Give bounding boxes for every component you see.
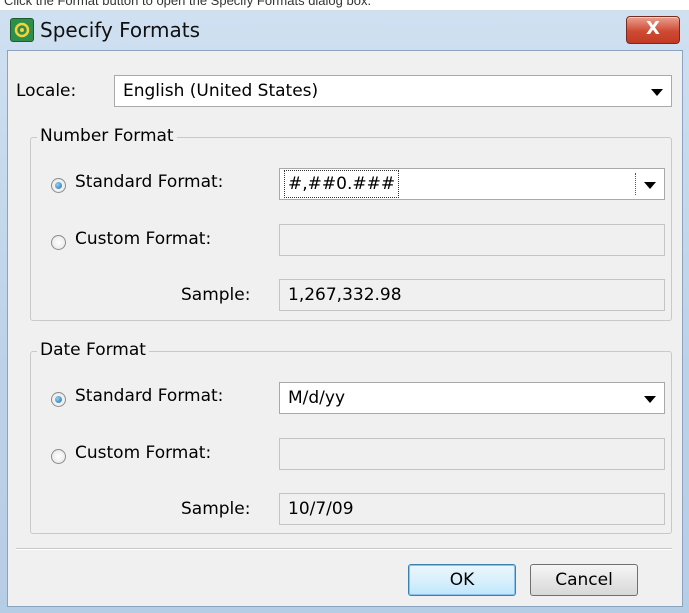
date-custom-label: Custom Format:: [75, 443, 212, 463]
date-standard-select[interactable]: M/d/yy: [279, 382, 665, 414]
ok-button[interactable]: OK: [408, 564, 516, 596]
dialog-body: Locale: English (United States) Number F…: [7, 50, 683, 607]
date-sample-label: Sample:: [181, 499, 251, 519]
locale-value: English (United States): [123, 81, 319, 101]
number-standard-radio[interactable]: [51, 178, 66, 193]
number-standard-select[interactable]: #,##0.###: [279, 168, 665, 200]
chevron-down-icon: [644, 396, 656, 403]
date-format-legend: Date Format: [37, 340, 149, 360]
number-format-group: Number Format Standard Format: #,##0.###…: [30, 126, 672, 321]
cancel-button[interactable]: Cancel: [530, 564, 638, 596]
caption-text: Click the Format button to open the Spec…: [4, 0, 372, 8]
combo-separator: [635, 173, 636, 195]
number-format-legend: Number Format: [37, 126, 177, 146]
date-format-group: Date Format Standard Format: M/d/yy Cust…: [30, 340, 672, 534]
number-sample-value: 1,267,332.98: [288, 285, 402, 305]
number-custom-input[interactable]: [279, 224, 665, 256]
specify-formats-dialog: Specify Formats X Locale: English (Unite…: [0, 10, 689, 613]
date-custom-input[interactable]: [279, 438, 665, 470]
number-sample-label: Sample:: [181, 285, 251, 305]
window-title: Specify Formats: [40, 18, 201, 42]
date-sample-value: 10/7/09: [288, 499, 354, 519]
date-custom-radio[interactable]: [51, 449, 66, 464]
chevron-down-icon: [644, 182, 656, 189]
locale-label: Locale:: [16, 81, 77, 101]
number-sample-field: 1,267,332.98: [279, 279, 665, 311]
locale-select[interactable]: English (United States): [114, 75, 672, 107]
close-button[interactable]: X: [626, 16, 680, 44]
page-caption: Click the Format button to open the Spec…: [0, 0, 689, 10]
date-standard-value: M/d/yy: [288, 388, 346, 408]
app-icon: [10, 18, 34, 42]
date-sample-field: 10/7/09: [279, 493, 665, 525]
footer-divider: [16, 548, 672, 550]
number-standard-label: Standard Format:: [75, 172, 224, 192]
date-standard-label: Standard Format:: [75, 386, 224, 406]
title-bar[interactable]: Specify Formats X: [0, 10, 689, 50]
number-standard-value: #,##0.###: [283, 170, 400, 198]
date-standard-radio[interactable]: [51, 392, 66, 407]
number-custom-radio[interactable]: [51, 235, 66, 250]
number-custom-label: Custom Format:: [75, 229, 212, 249]
chevron-down-icon: [651, 89, 663, 96]
close-icon: X: [646, 18, 660, 39]
